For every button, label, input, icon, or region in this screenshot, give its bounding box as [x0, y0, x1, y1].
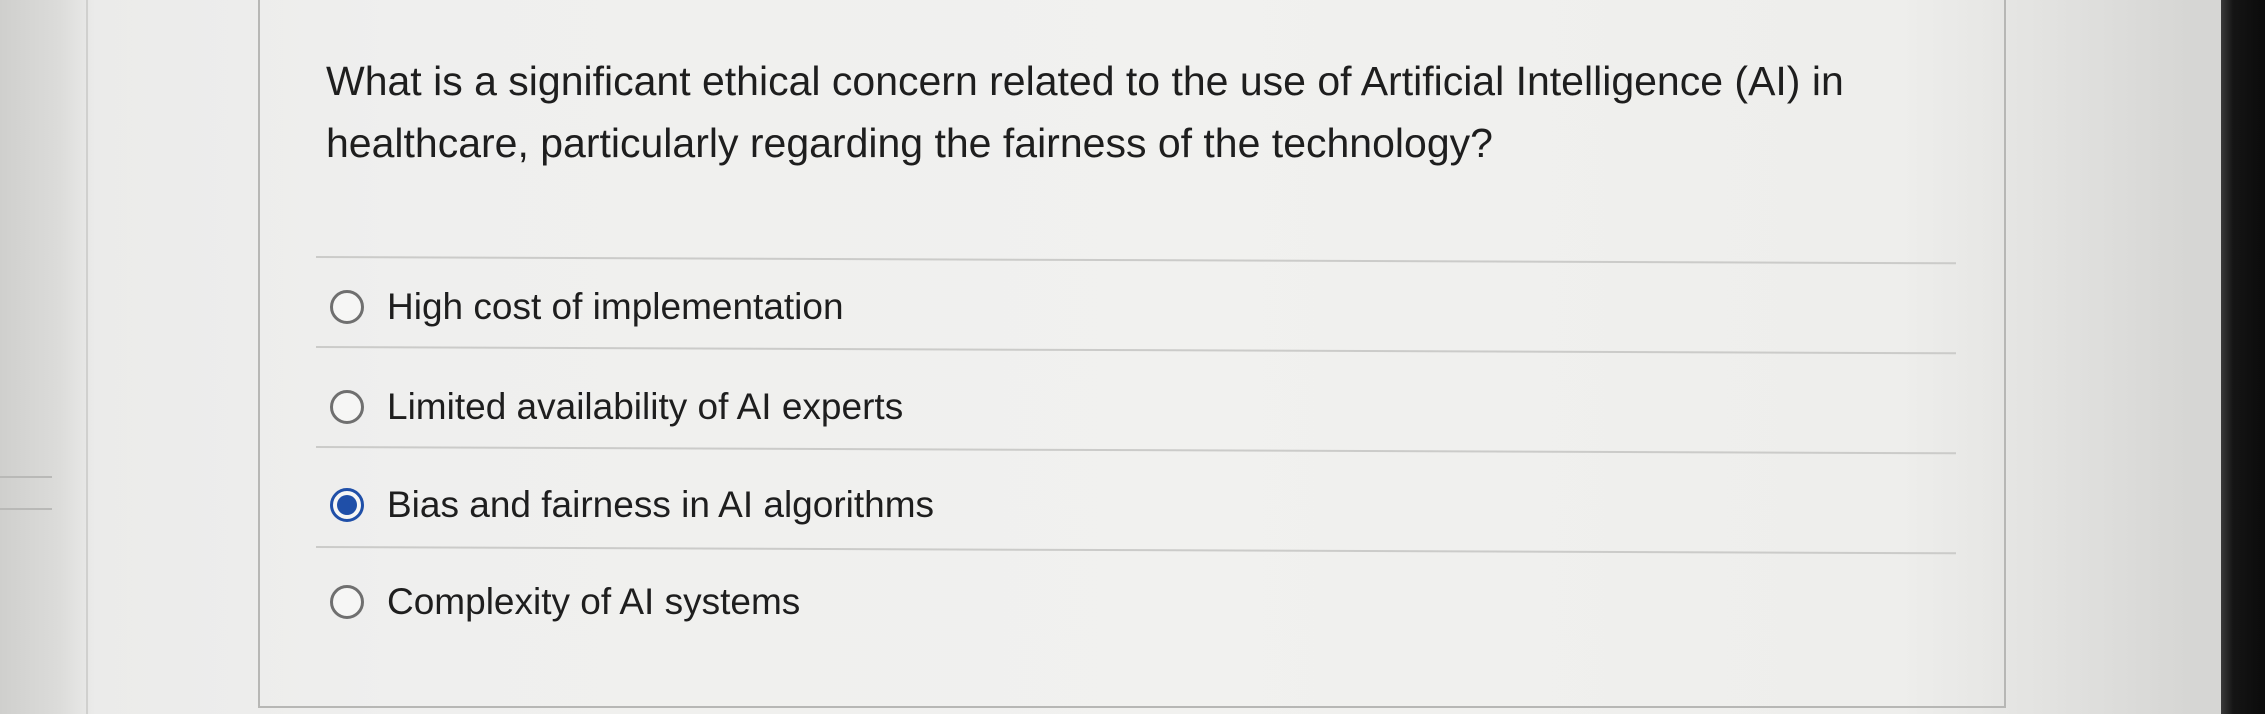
screen: What is a significant ethical concern re…: [0, 0, 2265, 714]
radio-selected-dot: [337, 495, 357, 515]
monitor-bezel: [2221, 0, 2265, 714]
radio-button[interactable]: [330, 390, 364, 424]
radio-button[interactable]: [330, 290, 364, 324]
answer-label: High cost of implementation: [387, 286, 844, 327]
answer-label: Complexity of AI systems: [387, 581, 801, 622]
answer-option-limited-experts[interactable]: Limited availability of AI experts: [330, 380, 903, 434]
answer-option-complexity[interactable]: Complexity of AI systems: [330, 575, 800, 629]
background-rule: [0, 476, 52, 478]
answer-label: Bias and fairness in AI algorithms: [387, 484, 935, 525]
radio-button[interactable]: [330, 585, 364, 619]
radio-button-selected[interactable]: [330, 488, 364, 522]
page-edge: [86, 0, 88, 714]
answer-option-bias-fairness[interactable]: Bias and fairness in AI algorithms: [330, 478, 934, 532]
question-text: What is a significant ethical concern re…: [326, 58, 1844, 166]
answer-option-high-cost[interactable]: High cost of implementation: [330, 280, 844, 334]
answer-label: Limited availability of AI experts: [387, 386, 904, 427]
background-rule: [0, 508, 52, 510]
